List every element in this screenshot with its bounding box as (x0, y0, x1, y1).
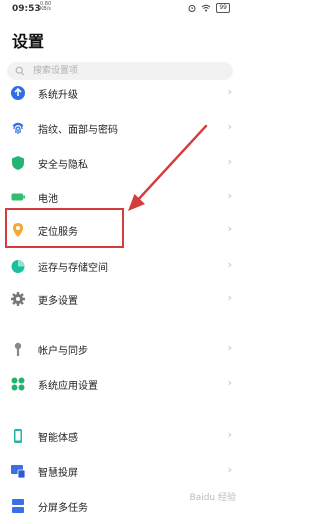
watermark: Baidu 经验 (189, 493, 236, 503)
annotation-arrow (128, 124, 208, 211)
